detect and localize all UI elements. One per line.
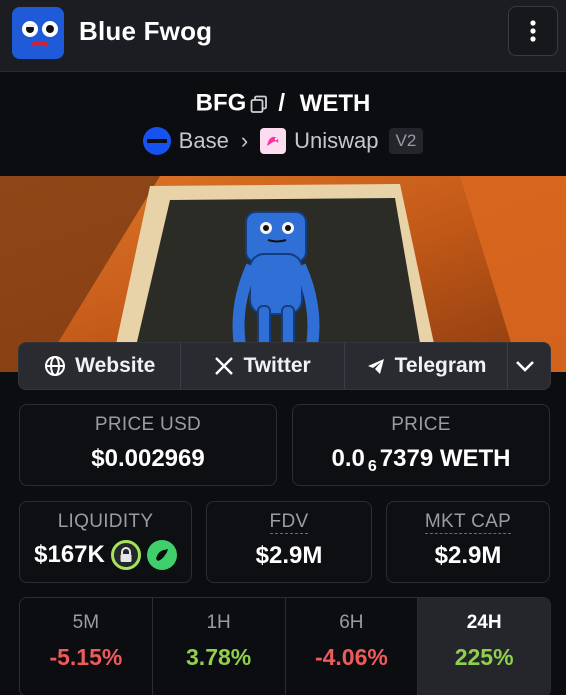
chevron-down-icon bbox=[515, 361, 534, 372]
price-native-prefix: 0.0 bbox=[331, 445, 365, 472]
fdv-value: $2.9M bbox=[255, 542, 323, 569]
globe-icon bbox=[45, 356, 66, 376]
liquidity-label: LIQUIDITY bbox=[57, 511, 154, 532]
price-usd-card: PRICE USD $0.002969 bbox=[19, 404, 277, 486]
tab-change-value: 3.78% bbox=[186, 644, 252, 670]
quote-symbol: WETH bbox=[299, 89, 371, 117]
tab-6h[interactable]: 6H -4.06% bbox=[286, 598, 419, 695]
website-button[interactable]: Website bbox=[19, 343, 182, 389]
liquidity-lock-provider-icon[interactable] bbox=[146, 540, 177, 570]
pair-header: BFG / WETH Base › Uniswap V2 bbox=[0, 72, 566, 176]
tab-change-value: 225% bbox=[454, 644, 514, 670]
chain-link[interactable]: Base bbox=[179, 128, 229, 154]
token-name: Blue Fwog bbox=[79, 16, 213, 46]
tab-period-label: 24H bbox=[466, 612, 502, 633]
more-vertical-icon bbox=[530, 20, 536, 42]
market-cap-card: MKT CAP $2.9M bbox=[386, 501, 550, 583]
tab-period-label: 1H bbox=[206, 612, 231, 633]
dex-link[interactable]: Uniswap bbox=[294, 128, 378, 154]
version-badge: V2 bbox=[388, 128, 424, 154]
tab-change-value: -4.06% bbox=[314, 644, 388, 670]
liquidity-card: LIQUIDITY $167K bbox=[19, 501, 192, 583]
price-native-card: PRICE 0.0 6 7379 WETH bbox=[292, 404, 550, 486]
price-native-rest: 7379 WETH bbox=[379, 445, 511, 472]
pair-title: BFG / WETH bbox=[0, 89, 566, 118]
tab-24h[interactable]: 24H 225% bbox=[418, 598, 550, 695]
base-chain-icon bbox=[142, 127, 171, 155]
tab-period-label: 5M bbox=[72, 612, 100, 633]
lock-icon[interactable] bbox=[110, 540, 141, 570]
fdv-label[interactable]: FDV bbox=[269, 511, 309, 534]
social-links-bar: Website Twitter Telegram bbox=[18, 342, 551, 390]
menu-button[interactable] bbox=[508, 6, 558, 56]
tab-change-value: -5.15% bbox=[49, 644, 123, 670]
price-native-label: PRICE bbox=[391, 414, 451, 435]
more-links-button[interactable] bbox=[508, 343, 550, 389]
x-logo-icon bbox=[215, 357, 234, 375]
base-symbol: BFG bbox=[195, 89, 247, 117]
tab-1h[interactable]: 1H 3.78% bbox=[153, 598, 286, 695]
liquidity-value: $167K bbox=[34, 541, 105, 568]
fdv-card: FDV $2.9M bbox=[206, 501, 372, 583]
top-bar: Blue Fwog bbox=[0, 0, 566, 72]
liquidity-row: $167K bbox=[20, 540, 191, 570]
twitter-label: Twitter bbox=[243, 354, 311, 377]
price-usd-label: PRICE USD bbox=[94, 414, 202, 435]
market-cap-value: $2.9M bbox=[434, 542, 502, 569]
twitter-button[interactable]: Twitter bbox=[181, 343, 345, 389]
token-logo bbox=[12, 7, 64, 59]
price-change-tabs: 5M -5.15% 1H 3.78% 6H -4.06% 24H 225% bbox=[19, 597, 551, 695]
telegram-button[interactable]: Telegram bbox=[345, 343, 509, 389]
market-cap-label[interactable]: MKT CAP bbox=[424, 511, 512, 534]
tab-period-label: 6H bbox=[339, 612, 364, 633]
telegram-icon bbox=[367, 359, 384, 374]
chevron-right-icon: › bbox=[240, 128, 249, 153]
price-usd-value: $0.002969 bbox=[91, 445, 205, 472]
website-label: Website bbox=[75, 354, 156, 377]
uniswap-icon bbox=[260, 128, 287, 154]
chain-dex-row: Base › Uniswap V2 bbox=[0, 127, 566, 155]
price-native-zero-count: 6 bbox=[367, 458, 377, 475]
price-native-value: 0.0 6 7379 WETH bbox=[293, 445, 549, 476]
telegram-label: Telegram bbox=[394, 354, 487, 377]
copy-icon[interactable] bbox=[250, 95, 268, 113]
tab-5m[interactable]: 5M -5.15% bbox=[20, 598, 153, 695]
pair-separator: / bbox=[278, 89, 285, 117]
